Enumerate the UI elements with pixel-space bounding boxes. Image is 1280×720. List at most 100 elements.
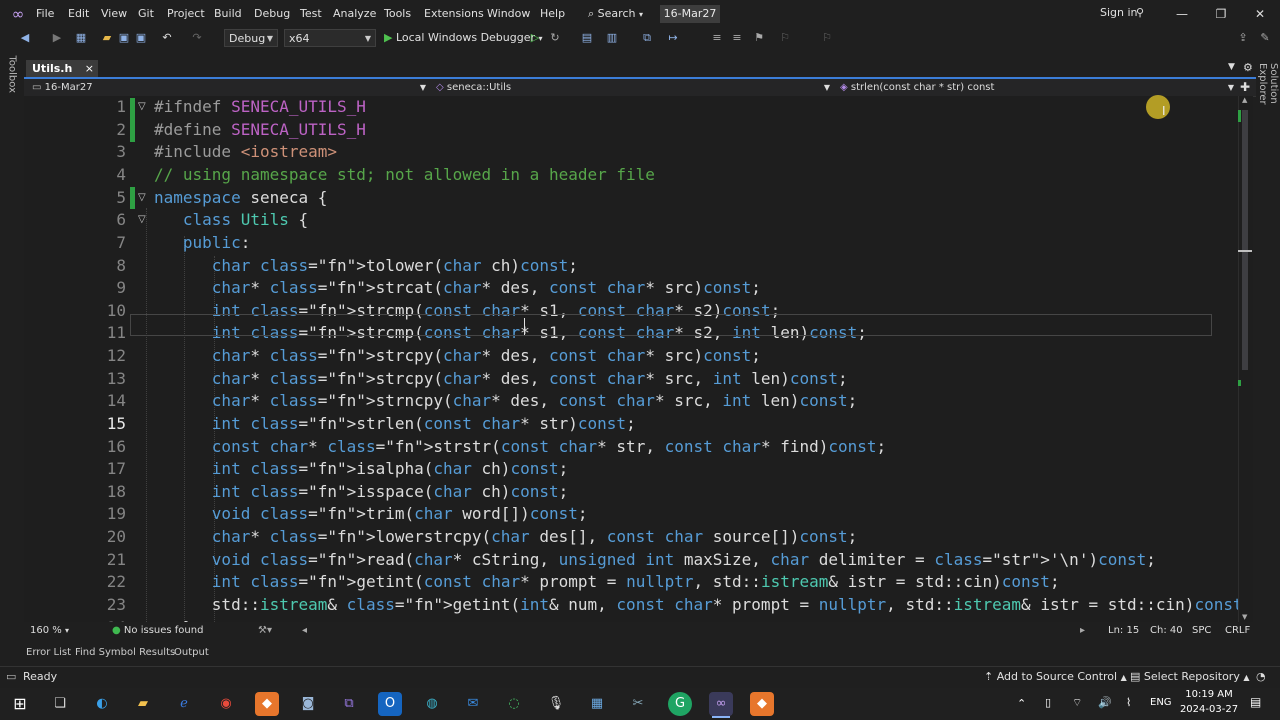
code-line[interactable]: public: <box>154 233 250 252</box>
code-line[interactable]: int class="fn">getint(const char* prompt… <box>154 572 1060 591</box>
code-line[interactable]: void class="fn">trim(char word[])const; <box>154 504 588 523</box>
column-position[interactable]: Ch: 40 <box>1150 625 1183 636</box>
internet-explorer-icon[interactable]: ℯ <box>172 692 196 716</box>
scroll-left-icon[interactable]: ◂ <box>302 625 307 636</box>
microphone-icon[interactable]: 🎙 <box>544 692 568 716</box>
code-line[interactable]: // using namespace std; not allowed in a… <box>154 165 655 184</box>
open-file-icon[interactable]: ▰ <box>100 31 114 45</box>
feedback-icon[interactable]: ✎ <box>1258 31 1272 45</box>
collapse-icon[interactable]: ▽ <box>138 214 146 225</box>
menu-debug[interactable]: Debug <box>254 7 290 20</box>
bookmark-icon[interactable]: ⚑ <box>752 31 766 45</box>
scroll-right-icon[interactable]: ▸ <box>1080 625 1085 636</box>
add-to-source-control-button[interactable]: ⇡ Add to Source Control ▲ <box>984 670 1127 683</box>
menu-edit[interactable]: Edit <box>68 7 89 20</box>
indent-icon[interactable]: ≡ <box>730 31 744 45</box>
refresh-app-icon[interactable]: ◌ <box>502 692 526 716</box>
visual-studio-logo-icon[interactable]: ∞ <box>10 6 26 22</box>
menu-window[interactable]: Window <box>487 7 530 20</box>
menu-tools[interactable]: Tools <box>384 7 411 20</box>
tray-device-icon[interactable]: ▯ <box>1045 696 1051 709</box>
notifications-icon[interactable]: ◔ <box>1256 670 1266 683</box>
connect-icon[interactable]: ⧉ <box>337 692 361 716</box>
diagnostics-icon[interactable]: ⧉ <box>640 31 654 45</box>
close-tab-icon[interactable]: × <box>85 60 94 77</box>
grammarly-icon[interactable]: G <box>668 692 692 716</box>
code-line[interactable]: namespace seneca { <box>154 188 327 207</box>
search-box[interactable]: ⌕ Search ▾ <box>588 5 648 23</box>
tab-utils-h[interactable]: Utils.h × <box>26 60 98 77</box>
split-window-icon[interactable]: ✚ <box>1240 80 1250 94</box>
code-line[interactable]: const char* class="fn">strstr(const char… <box>154 437 886 456</box>
file-explorer-icon[interactable]: ▰ <box>131 692 155 716</box>
outlook-icon[interactable]: O <box>378 692 402 716</box>
menu-extensions[interactable]: Extensions <box>424 7 484 20</box>
solution-configuration-select[interactable]: Debug ▼ <box>224 29 278 47</box>
code-line[interactable]: void class="fn">read(char* cString, unsi… <box>154 550 1156 569</box>
start-without-debugging-icon[interactable]: ▷ <box>528 31 542 45</box>
globe-icon[interactable]: ◍ <box>420 692 444 716</box>
save-icon[interactable]: ▣ <box>117 31 131 45</box>
code-line[interactable]: char* class="fn">strcat(char* des, const… <box>154 278 761 297</box>
code-line[interactable]: class Utils { <box>154 210 308 229</box>
browse-icon[interactable]: ▤ <box>580 31 594 45</box>
menu-project[interactable]: Project <box>167 7 205 20</box>
code-line[interactable]: char* class="fn">strcpy(char* des, const… <box>154 346 761 365</box>
show-hidden-icons-icon[interactable]: ⌃ <box>1017 697 1026 710</box>
tab-find-symbol-results[interactable]: Find Symbol Results <box>75 647 175 658</box>
code-line[interactable]: char* class="fn">strncpy(char* des, cons… <box>154 391 857 410</box>
menu-analyze[interactable]: Analyze <box>333 7 376 20</box>
project-dropdown[interactable]: ▭ 16-Mar27 ▼ <box>32 79 428 96</box>
tab-overflow-chevron-icon[interactable]: ▼ <box>1228 62 1235 72</box>
back-icon[interactable]: ◀ <box>18 31 32 45</box>
tab-output[interactable]: Output <box>174 647 209 658</box>
code-line[interactable]: #include <iostream> <box>154 142 337 161</box>
indent-mode[interactable]: SPC <box>1192 625 1211 636</box>
code-editor[interactable]: ▽ ▽ ▽ 1 2 3 4 5 6 7 8 9 10 11 12 13 14 1… <box>24 96 1240 622</box>
hot-reload-icon[interactable]: ↻ <box>548 31 562 45</box>
menu-help[interactable]: Help <box>540 7 565 20</box>
select-repository-button[interactable]: ▤ Select Repository ▲ <box>1130 670 1250 683</box>
scroll-up-icon[interactable]: ▲ <box>1242 96 1247 104</box>
collapse-icon[interactable]: ▽ <box>138 192 146 203</box>
layout-icon[interactable]: ▥ <box>605 31 619 45</box>
code-line-current[interactable]: int class="fn">strlen(const char* str)co… <box>154 414 636 433</box>
share-icon[interactable]: ⇪ <box>1236 31 1250 45</box>
solution-platform-select[interactable]: x64 ▼ <box>284 29 376 47</box>
outdent-icon[interactable]: ≡ <box>710 31 724 45</box>
scroll-down-icon[interactable]: ▼ <box>1242 613 1247 621</box>
calculator-icon[interactable]: ▦ <box>585 692 609 716</box>
solution-explorer-tab[interactable]: Solution Explorer <box>1257 63 1279 143</box>
task-view-icon[interactable]: ❏ <box>48 692 72 716</box>
undo-icon[interactable]: ↶ <box>160 31 174 45</box>
chrome-icon[interactable]: ◉ <box>214 692 238 716</box>
code-line[interactable]: char class="fn">tolower(char ch)const; <box>154 256 578 275</box>
network-icon[interactable]: ⌇ <box>1126 696 1131 709</box>
collapse-icon[interactable]: ▽ <box>138 101 146 112</box>
code-cleanup-icon[interactable]: ⚒▾ <box>258 625 272 636</box>
clock-time[interactable]: 10:19 AM <box>1184 689 1234 700</box>
menu-git[interactable]: Git <box>138 7 154 20</box>
live-share-icon[interactable]: ⚲ <box>1136 6 1144 19</box>
code-line[interactable]: int class="fn">isalpha(char ch)const; <box>154 459 568 478</box>
edge-icon[interactable]: ◐ <box>90 692 114 716</box>
new-project-icon[interactable]: ▦ <box>74 31 88 45</box>
close-button[interactable]: ✕ <box>1250 4 1270 24</box>
scope-dropdown[interactable]: ◇ seneca::Utils ▼ <box>436 79 832 96</box>
step-icon[interactable]: ↦ <box>666 31 680 45</box>
snipping-tool-icon[interactable]: ✂ <box>626 692 650 716</box>
notification-center-icon[interactable]: ▤ <box>1250 695 1261 709</box>
code-line[interactable]: char* class="fn">lowerstrcpy(char des[],… <box>154 527 857 546</box>
save-all-icon[interactable]: ▣ <box>134 31 148 45</box>
code-line[interactable]: std::istream& class="fn">getint(int& num… <box>154 595 1240 614</box>
code-line[interactable]: char* class="fn">strcpy(char* des, const… <box>154 369 848 388</box>
line-position[interactable]: Ln: 15 <box>1108 625 1139 636</box>
bookmark-prev-icon[interactable]: ⚐ <box>778 31 792 45</box>
menu-file[interactable]: File <box>36 7 54 20</box>
language-indicator[interactable]: ENG <box>1150 697 1172 708</box>
tray-wifi-icon[interactable]: ⌔ <box>1072 696 1082 710</box>
app-icon-orange[interactable]: ◆ <box>255 692 279 716</box>
clock-date[interactable]: 2024-03-27 <box>1178 704 1240 715</box>
bookmark-clear-icon[interactable]: ⚐ <box>820 31 834 45</box>
gear-icon[interactable]: ⚙ <box>1243 61 1253 74</box>
